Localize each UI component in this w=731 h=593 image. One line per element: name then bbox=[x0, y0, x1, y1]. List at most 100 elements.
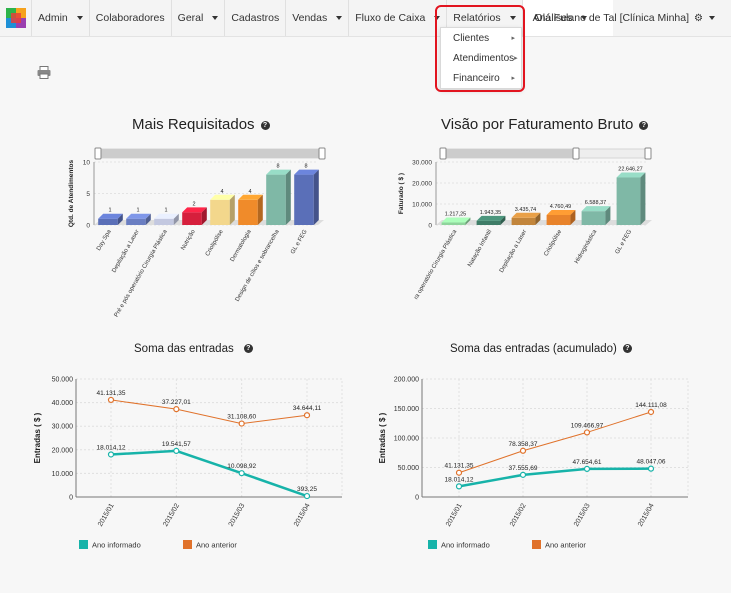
bar bbox=[616, 177, 641, 225]
bar bbox=[182, 212, 202, 225]
x-tick-label: Natação Infantil bbox=[467, 229, 493, 268]
series-line bbox=[110, 399, 308, 425]
data-point bbox=[647, 408, 655, 416]
data-label: 41.131,35 bbox=[445, 463, 474, 470]
y-tick-label: 40.000 bbox=[52, 400, 74, 407]
x-tick-label: 2015/03 bbox=[228, 502, 247, 528]
legend-swatch bbox=[428, 540, 437, 549]
bar bbox=[98, 218, 118, 225]
x-tick-label: Pré e pós operatório Cirurgia Plástica bbox=[114, 228, 169, 318]
data-point bbox=[519, 447, 527, 454]
x-tick-label: GL e FEG bbox=[290, 229, 309, 255]
y-tick-label: 0 bbox=[415, 495, 419, 502]
legend-swatch bbox=[183, 540, 192, 549]
x-tick-label: 2015/04 bbox=[637, 502, 656, 528]
data-point bbox=[303, 492, 311, 500]
line-chart: 0 50.000 100.000 150.000 200.000 2015/01 2015/… bbox=[378, 377, 689, 550]
bar-value-label: 6.588,37 bbox=[585, 200, 606, 206]
bar-value-label: 4 bbox=[220, 189, 223, 195]
data-point bbox=[238, 420, 245, 427]
bar-top bbox=[616, 172, 646, 178]
bar-side bbox=[640, 172, 646, 225]
y-axis-label: Entradas ( $ ) bbox=[33, 412, 42, 463]
series-line bbox=[458, 411, 652, 474]
bar bbox=[154, 218, 174, 225]
x-tick-label: GL e FEG bbox=[615, 229, 634, 255]
x-tick-label: 2015/01 bbox=[445, 502, 464, 528]
bar-side bbox=[257, 194, 263, 225]
y-tick-label: 0 bbox=[69, 495, 73, 502]
x-tick-label: Depilação a Laser bbox=[499, 229, 528, 274]
legend-label: Ano anterior bbox=[196, 541, 237, 550]
data-label: 18.014,12 bbox=[97, 444, 126, 451]
data-point bbox=[303, 412, 311, 419]
scroller-handle bbox=[94, 147, 102, 160]
bar-value-label: 3.435,74 bbox=[515, 207, 536, 213]
data-label: 144.111,08 bbox=[635, 402, 667, 409]
bar-value-label: 2 bbox=[192, 201, 195, 207]
y-tick-label: 200.000 bbox=[394, 377, 419, 384]
x-tick-label: ra operatório Cirurgia Plástica bbox=[413, 228, 458, 300]
x-tick-label: Hidroginástica bbox=[574, 228, 599, 264]
bar-value-label: 1.217,25 bbox=[445, 211, 466, 217]
scroller-handle bbox=[318, 147, 326, 160]
bar-top bbox=[441, 217, 471, 223]
data-point bbox=[238, 470, 245, 477]
y-tick-label: 30.000 bbox=[412, 160, 432, 167]
x-tick-label: 2015/02 bbox=[509, 502, 528, 528]
legend-swatch bbox=[532, 540, 541, 549]
legend-label: Ano anterior bbox=[545, 541, 586, 550]
bar-side bbox=[229, 194, 235, 225]
bar-top bbox=[546, 210, 576, 216]
data-point bbox=[455, 483, 463, 490]
x-tick-label: 2015/02 bbox=[162, 502, 181, 528]
data-point bbox=[173, 447, 180, 454]
y-tick-label: 20.000 bbox=[412, 181, 432, 188]
bar-side bbox=[313, 169, 319, 225]
bar-top bbox=[511, 212, 541, 218]
data-point bbox=[647, 465, 655, 472]
bar-value-label: 1 bbox=[164, 208, 167, 214]
x-tick-label: Depilação a Laser bbox=[111, 229, 140, 274]
y-axis-label: Qtd. de Atendimentos bbox=[68, 159, 75, 227]
data-label: 109.466,97 bbox=[571, 422, 604, 429]
x-tick-label: 2015/04 bbox=[293, 502, 312, 528]
y-axis-label: Entradas ( $ ) bbox=[378, 412, 387, 463]
x-tick-label: Nutrição bbox=[180, 228, 197, 251]
y-tick-label: 10.000 bbox=[52, 471, 74, 478]
bar bbox=[210, 199, 230, 225]
bar-value-label: 4.760,49 bbox=[550, 204, 571, 210]
bar bbox=[238, 199, 258, 225]
bar-value-label: 1.943,35 bbox=[480, 210, 501, 216]
data-label: 41.131,35 bbox=[97, 390, 126, 397]
data-point bbox=[173, 406, 180, 413]
legend-label: Ano informado bbox=[441, 541, 490, 550]
bar-chart: 0 5 10 Qtd. de Atendimentos 1 Day Spa 1 Depilaç… bbox=[68, 147, 326, 318]
data-label: 393,25 bbox=[297, 486, 317, 493]
bar-side bbox=[285, 169, 291, 225]
bar bbox=[266, 174, 286, 225]
data-label: 37.555,69 bbox=[509, 465, 538, 472]
x-tick-label: Criolipólise bbox=[543, 228, 563, 257]
y-tick-label: 100.000 bbox=[394, 436, 419, 443]
x-tick-label: Dermatologia bbox=[230, 228, 253, 262]
legend-label: Ano informado bbox=[92, 541, 141, 550]
bar-top bbox=[581, 206, 611, 212]
y-tick-label: 10 bbox=[83, 160, 91, 167]
data-label: 18.014,12 bbox=[445, 476, 474, 483]
range-scroller-fill bbox=[443, 149, 576, 158]
y-tick-label: 10.000 bbox=[412, 202, 432, 209]
bar-value-label: 8 bbox=[276, 164, 279, 170]
x-tick-label: Criolipólise bbox=[205, 228, 225, 257]
data-label: 48.047,06 bbox=[637, 459, 666, 466]
bar bbox=[546, 215, 571, 225]
bar bbox=[581, 211, 606, 225]
bar bbox=[511, 217, 536, 225]
scroller-handle bbox=[644, 147, 652, 160]
data-point bbox=[455, 469, 463, 476]
data-label: 10.098,92 bbox=[227, 463, 256, 470]
bar bbox=[126, 218, 146, 225]
data-label: 31.108,60 bbox=[227, 414, 256, 421]
y-tick-label: 30.000 bbox=[52, 424, 74, 431]
bar-value-label: 22.646,27 bbox=[618, 166, 642, 172]
